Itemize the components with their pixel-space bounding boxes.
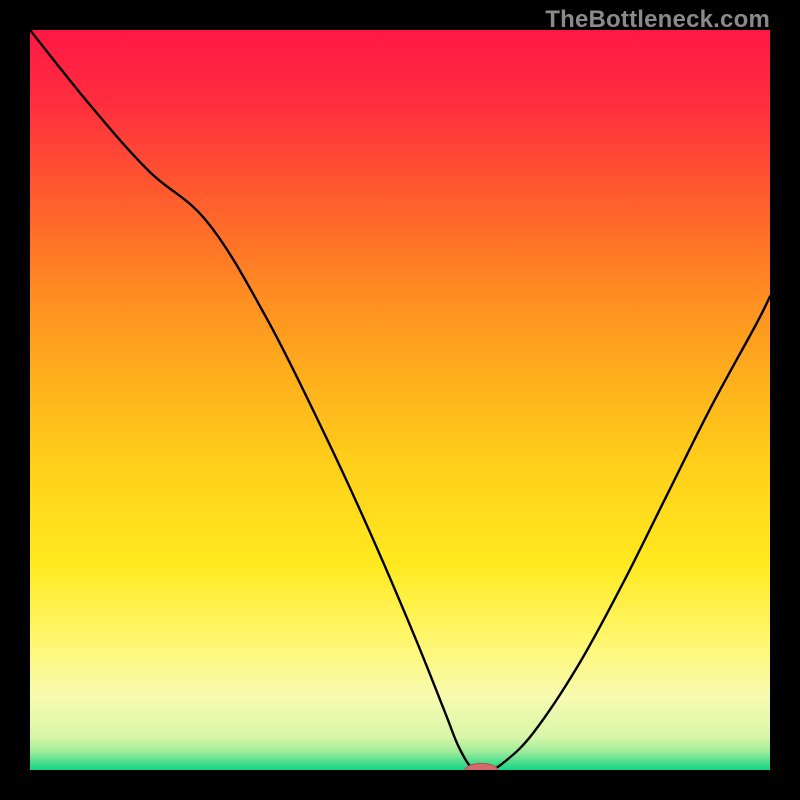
chart-frame: TheBottleneck.com xyxy=(0,0,800,800)
plot-area xyxy=(30,30,770,770)
chart-svg xyxy=(30,30,770,770)
gradient-background xyxy=(30,30,770,770)
